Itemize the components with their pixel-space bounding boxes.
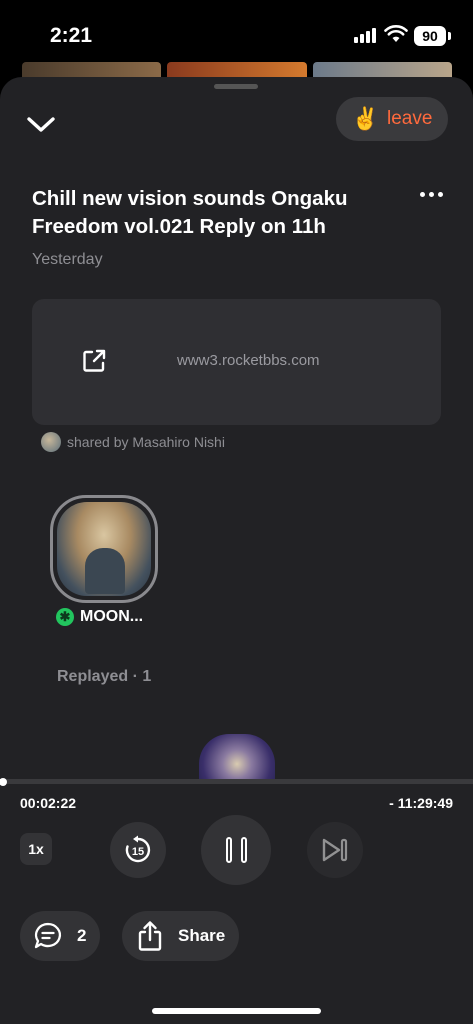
shared-by: shared by Masahiro Nishi xyxy=(41,432,225,452)
rewind-15-icon: 15 xyxy=(125,835,151,863)
wifi-icon xyxy=(384,25,408,42)
share-button[interactable]: Share xyxy=(122,911,239,961)
pause-icon xyxy=(240,837,247,863)
playback-speed-button[interactable]: 1x xyxy=(20,833,52,865)
speaker-avatar[interactable] xyxy=(50,495,158,603)
rewind-15-button[interactable]: 15 xyxy=(110,822,166,878)
room-title: Chill new vision sounds Ongaku Freedom v… xyxy=(32,187,348,238)
pause-icon xyxy=(225,837,232,863)
status-bar: 2:21 90 xyxy=(0,0,473,60)
leave-label: leave xyxy=(386,108,433,129)
room-date: Yesterday xyxy=(32,251,103,268)
speaker-name-row: ✱ MOON... xyxy=(56,608,143,626)
leave-button[interactable]: ✌️ leave xyxy=(336,97,448,141)
peace-hand-icon: ✌️ xyxy=(351,106,379,131)
home-indicator[interactable] xyxy=(152,1008,321,1014)
room-sheet: ✌️ leave Chill new vision sounds Ongaku … xyxy=(0,77,473,1024)
sharer-avatar xyxy=(41,432,61,452)
comment-count: 2 xyxy=(77,926,87,945)
skip-next-button[interactable] xyxy=(307,822,363,878)
share-label: Share xyxy=(178,926,226,945)
comments-button[interactable]: 2 xyxy=(20,911,100,961)
playback-progress-bar[interactable] xyxy=(0,778,473,786)
remaining-time: - 11:29:49 xyxy=(389,795,453,811)
status-time: 2:21 xyxy=(50,24,93,47)
online-badge-icon: ✱ xyxy=(56,608,74,626)
shared-link-card[interactable]: www3.rocketbbs.com xyxy=(32,299,441,425)
replayed-count: Replayed · 1 xyxy=(57,668,152,685)
rewind-seconds-label: 15 xyxy=(132,846,144,858)
listener-avatar[interactable] xyxy=(199,734,275,784)
battery-icon: 90 xyxy=(414,26,446,46)
speaker-avatar-image xyxy=(57,502,151,596)
speaker-name: MOON... xyxy=(80,608,144,625)
shared-by-label: shared by Masahiro Nishi xyxy=(67,434,225,450)
battery-cap xyxy=(448,32,451,40)
link-url: www3.rocketbbs.com xyxy=(177,352,320,369)
sheet-grabber[interactable] xyxy=(214,84,258,89)
pause-button[interactable] xyxy=(201,815,271,885)
progress-knob[interactable] xyxy=(0,778,8,786)
cellular-signal-icon xyxy=(354,28,376,43)
elapsed-time: 00:02:22 xyxy=(20,795,77,811)
skip-next-icon xyxy=(322,838,348,862)
more-options-icon[interactable] xyxy=(420,192,443,197)
external-link-icon xyxy=(83,349,106,372)
share-icon xyxy=(138,921,162,951)
comment-icon xyxy=(34,922,62,949)
chevron-down-icon[interactable] xyxy=(24,110,58,140)
